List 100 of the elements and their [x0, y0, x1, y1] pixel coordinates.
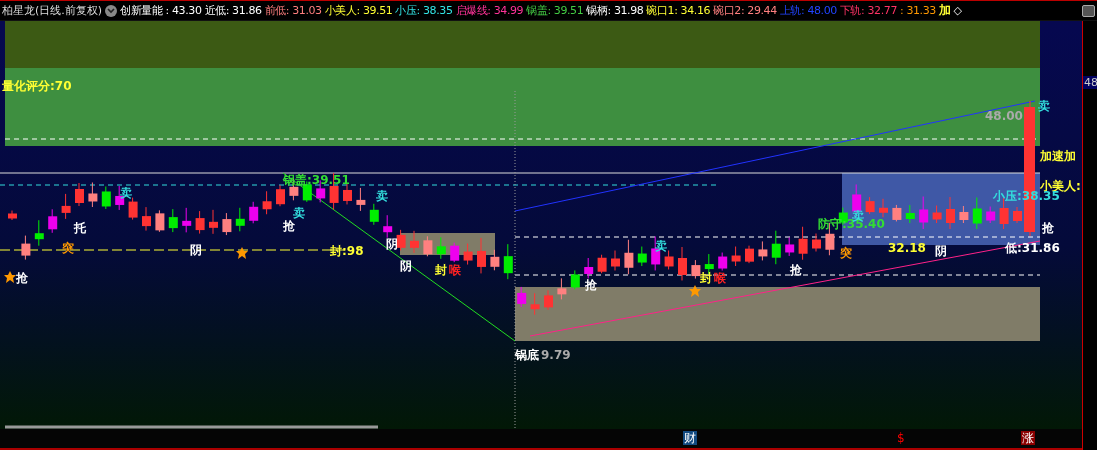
candlestick [48, 208, 58, 234]
chart-annotation: 突 [62, 241, 74, 255]
candlestick [61, 193, 71, 220]
chart-annotation: 抢 [585, 278, 597, 292]
candlestick [1013, 206, 1022, 224]
indicator-reading: 前低: 31.03 [264, 3, 322, 18]
candlestick [490, 249, 500, 271]
chart-annotation: 阴 [935, 244, 947, 258]
candlestick [691, 259, 701, 280]
chart-annotation: 抢 [283, 219, 295, 233]
candlestick [530, 292, 540, 316]
candlestick [892, 204, 902, 222]
candlestick [128, 197, 138, 221]
candlestick [235, 207, 245, 232]
candlestick [209, 209, 218, 235]
indicator-reading: 小压: 38.35 [395, 3, 453, 18]
indicator-reading: 加 [938, 2, 951, 19]
candlestick [75, 182, 84, 207]
candlestick [758, 240, 768, 261]
indicator-reading: 下轨: 32.77 [839, 3, 897, 18]
chart-annotation: 32.18 [888, 241, 926, 255]
chart-annotation: 封 [435, 263, 447, 277]
candlestick [584, 257, 594, 279]
candlestick [262, 190, 272, 215]
chart-annotation: 抢 [790, 263, 802, 277]
stock-title: 柏星龙(日线.前复权) [2, 3, 103, 18]
candlestick [879, 198, 888, 218]
chart-annotation: 抢 [16, 271, 28, 285]
candlestick [168, 208, 178, 233]
chart-annotation: 9.79 [541, 348, 571, 362]
collapse-toggle[interactable]: ◇ [953, 4, 962, 17]
candlestick [798, 226, 808, 261]
star-icon [689, 285, 701, 297]
candlestick [436, 236, 446, 260]
dropdown-icon[interactable] [105, 4, 118, 17]
candlestick [34, 219, 44, 247]
candlestick [932, 205, 942, 224]
candlestick [972, 197, 982, 230]
candlestick [865, 196, 875, 215]
candlestick [276, 184, 285, 207]
candlestick [463, 243, 473, 266]
candlestick [503, 243, 513, 280]
candlestick [637, 246, 647, 267]
chart-annotation: 阴 [190, 243, 202, 257]
candlestick [731, 246, 741, 267]
chart-annotation: 喉 [714, 271, 726, 285]
star-icon [4, 271, 16, 283]
indicator-reading: 近低: 31.86 [204, 3, 262, 18]
candlestick [718, 252, 728, 272]
candlestick [745, 245, 754, 264]
candlestick [919, 196, 929, 230]
chart-annotation: 阴 [400, 259, 412, 273]
star-icon [236, 247, 248, 259]
indicator-reading: 碗口2: 29.44 [713, 3, 777, 18]
chart-annotation: 喉 [449, 263, 461, 277]
candlestick [101, 186, 111, 210]
candlestick [383, 214, 393, 239]
candlestick [356, 187, 366, 212]
candlestick [785, 236, 795, 257]
candlestick [959, 205, 969, 224]
candlestick [410, 230, 419, 254]
chart-annotation: 卖 [293, 206, 305, 220]
candlestick [450, 242, 460, 263]
event-marker[interactable]: 财 [683, 431, 697, 445]
chart-annotation: 卖 [376, 189, 388, 203]
candlestick [142, 206, 151, 232]
indicator-reading: 上轨: 48.00 [779, 3, 837, 18]
candlestick [611, 250, 620, 271]
chart-annotation: 抢 [1042, 221, 1054, 235]
candlestick [21, 235, 31, 261]
candlestick [624, 239, 634, 275]
candlestick [986, 206, 996, 224]
indicator-reading: 小美人: 39.51 [324, 3, 393, 18]
candlestick [182, 207, 192, 233]
chart-annotation: 突 [840, 246, 852, 260]
indicator-reading: 创新量能 : 43.30 [120, 3, 202, 18]
window-icon[interactable] [1082, 4, 1095, 17]
chart-annotation: 托 [74, 221, 86, 235]
candlestick [396, 229, 406, 251]
candlestick [423, 235, 433, 257]
candlestick [8, 210, 17, 221]
event-marker[interactable]: 涨 [1021, 431, 1035, 445]
candlestick [570, 269, 580, 290]
candlestick [88, 182, 98, 208]
candlestick [155, 209, 165, 233]
indicator-reading: : 31.33 [900, 4, 936, 17]
candlestick [946, 196, 955, 230]
indicator-reading: 锅盖: 39.51 [526, 3, 584, 18]
candlestick [597, 254, 607, 274]
chart-annotation: 锅底 [515, 348, 539, 362]
event-marker[interactable]: $ [896, 431, 906, 445]
candlestick [369, 203, 379, 226]
candlestick [557, 277, 567, 300]
chart-annotation: 48.00 [985, 109, 1023, 123]
indicator-reading: 碗口1: 34.16 [646, 3, 711, 18]
chart-annotation: 阴 [386, 237, 398, 251]
indicator-reading: 锅柄: 31.98 [586, 3, 644, 18]
candlestick [771, 230, 781, 265]
indicator-reading: 启爆线: 34.99 [455, 3, 524, 18]
candlestick [517, 286, 527, 308]
